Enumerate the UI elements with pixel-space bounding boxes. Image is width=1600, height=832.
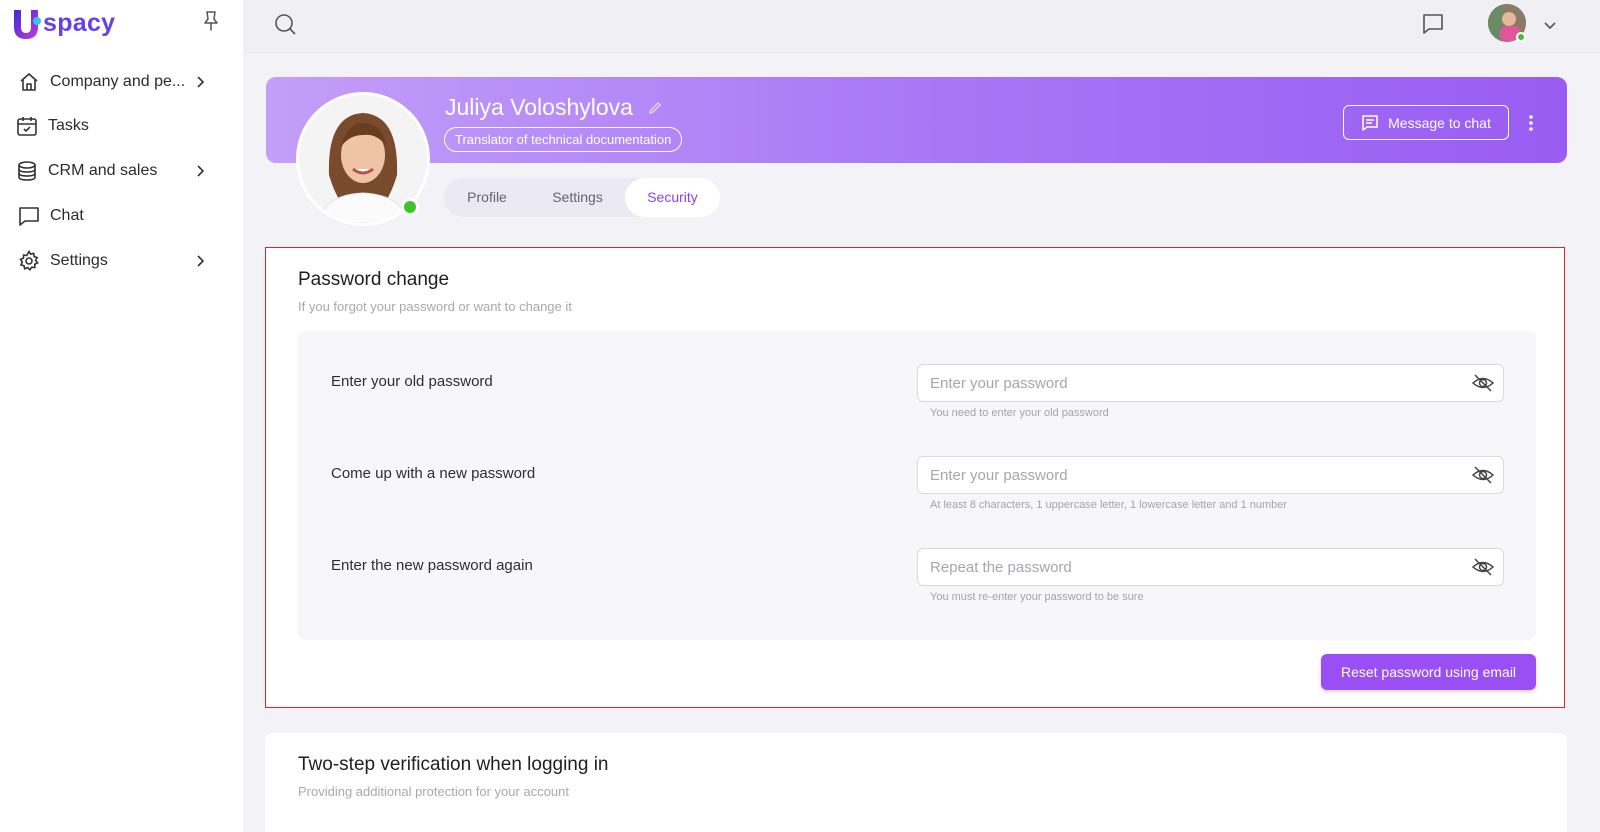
chat-bubble-icon (1361, 114, 1379, 132)
chevron-down-icon[interactable] (1544, 18, 1556, 30)
gear-icon (18, 250, 40, 272)
password-change-card: Password change If you forgot your passw… (265, 247, 1565, 708)
eye-off-icon[interactable] (1471, 557, 1495, 577)
sidebar-item-label: Chat (50, 207, 84, 224)
reset-password-button[interactable]: Reset password using email (1321, 654, 1536, 690)
chevron-right-icon (194, 254, 206, 268)
tab-security[interactable]: Security (625, 178, 720, 217)
repeat-password-hint: You must re-enter your password to be su… (930, 591, 1144, 603)
new-password-field (917, 456, 1504, 494)
sidebar-item-label: CRM and sales (48, 162, 158, 179)
more-vertical-icon[interactable] (1525, 113, 1537, 133)
section-subtitle: If you forgot your password or want to c… (298, 299, 572, 314)
sidebar-item-chat[interactable]: Chat (0, 194, 243, 238)
search-icon[interactable] (274, 13, 296, 35)
sidebar-item-crm[interactable]: CRM and sales (0, 148, 243, 194)
brand-name: spacy (43, 8, 116, 37)
message-to-chat-button[interactable]: Message to chat (1343, 105, 1509, 140)
sidebar: spacy Company and pe... Tasks CRM and sa… (0, 0, 243, 832)
sidebar-item-label: Tasks (48, 117, 89, 134)
two-step-verification-card: Two-step verification when logging in Pr… (265, 733, 1567, 832)
repeat-password-label: Enter the new password again (331, 557, 533, 574)
tab-settings[interactable]: Settings (530, 178, 625, 217)
pencil-icon[interactable] (648, 101, 662, 115)
old-password-input[interactable] (930, 365, 1470, 401)
profile-name: Juliya Voloshylova (445, 94, 633, 120)
online-status-dot (401, 198, 419, 216)
pin-icon[interactable] (201, 10, 221, 32)
repeat-password-input[interactable] (930, 549, 1470, 585)
online-status-dot (1516, 32, 1526, 42)
calendar-check-icon (16, 115, 38, 137)
old-password-field (917, 364, 1504, 402)
repeat-password-field (917, 548, 1504, 586)
messages-icon[interactable] (1421, 12, 1445, 36)
section-title: Two-step verification when logging in (298, 754, 609, 775)
profile-tabs: Profile Settings Security (444, 178, 720, 217)
section-subtitle: Providing additional protection for your… (298, 784, 569, 799)
tab-profile[interactable]: Profile (444, 178, 530, 217)
eye-off-icon[interactable] (1471, 465, 1495, 485)
sidebar-nav: Company and pe... Tasks CRM and sales Ch… (0, 60, 243, 284)
sidebar-item-tasks[interactable]: Tasks (0, 104, 243, 148)
chevron-right-icon (194, 75, 206, 89)
old-password-hint: You need to enter your old password (930, 407, 1109, 419)
message-button-label: Message to chat (1388, 114, 1491, 131)
new-password-hint: At least 8 characters, 1 uppercase lette… (930, 499, 1288, 511)
chevron-right-icon (194, 164, 206, 178)
old-password-label: Enter your old password (331, 373, 493, 390)
sidebar-item-label: Settings (50, 252, 108, 269)
new-password-label: Come up with a new password (331, 465, 536, 482)
new-password-input[interactable] (930, 457, 1470, 493)
eye-off-icon[interactable] (1471, 373, 1495, 393)
topbar (243, 0, 1600, 53)
sidebar-item-company[interactable]: Company and pe... (0, 60, 243, 104)
logo[interactable]: spacy (11, 6, 115, 42)
password-form: Enter your old password You need to ente… (298, 331, 1536, 640)
sidebar-item-label: Company and pe... (50, 73, 186, 90)
profile-role-badge: Translator of technical documentation (444, 127, 683, 152)
section-title: Password change (298, 269, 450, 290)
home-icon (18, 71, 40, 93)
chat-icon (18, 205, 40, 227)
sidebar-item-settings[interactable]: Settings (0, 238, 243, 284)
logo-mark-icon (11, 7, 41, 41)
database-icon (16, 160, 38, 182)
